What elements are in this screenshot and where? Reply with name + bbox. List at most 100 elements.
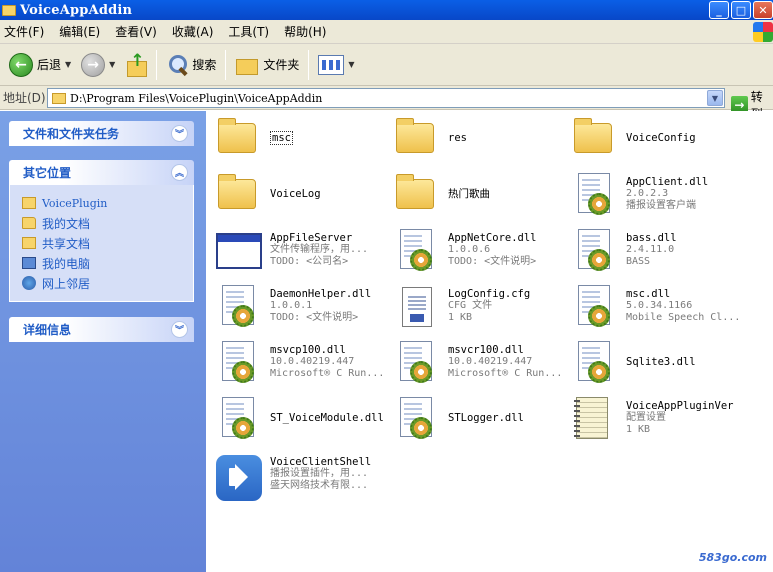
views-dropdown-icon[interactable]: ▼ — [348, 60, 354, 69]
file-name: LogConfig.cfg — [448, 288, 531, 300]
file-item[interactable]: ST_VoiceModule.dll — [212, 393, 390, 443]
expand-chevron-icon[interactable]: ︾ — [171, 321, 188, 338]
file-detail: 1 KB — [448, 312, 473, 323]
place-shared-documents[interactable]: 共享文档 — [22, 233, 193, 253]
file-detail: BASS — [626, 256, 651, 267]
file-detail: 播报设置客户端 — [626, 200, 696, 211]
place-my-computer[interactable]: 我的电脑 — [22, 253, 193, 273]
file-name: AppFileServer — [270, 232, 353, 244]
file-name: Sqlite3.dll — [626, 356, 696, 368]
file-item[interactable]: VoiceAppPluginVer 配置设置 1 KB — [568, 393, 746, 443]
views-button[interactable]: ▼ — [313, 48, 359, 82]
places-panel-header[interactable]: 其它位置 ︽ — [9, 160, 194, 185]
file-item[interactable]: msvcp100.dll 10.0.40219.447 Microsoft® C R… — [212, 337, 390, 387]
minimize-button[interactable]: _ — [709, 1, 729, 19]
details-panel-header[interactable]: 详细信息 ︾ — [9, 317, 194, 342]
window-title: VoiceAppAddin — [20, 2, 133, 18]
my-computer-icon — [22, 257, 36, 269]
file-item[interactable]: AppNetCore.dll 1.0.0.6 TODO: <文件说明> — [390, 225, 568, 275]
file-detail: 播报设置插件，用... — [270, 468, 369, 479]
menu-edit[interactable]: 编辑(E) — [59, 23, 100, 40]
menu-tools[interactable]: 工具(T) — [228, 23, 269, 40]
file-item[interactable]: Sqlite3.dll — [568, 337, 746, 387]
file-name: AppClient.dll — [626, 176, 709, 188]
file-list-view: msc res VoiceConfig VoiceLog 热门歌曲 AppClient.d… — [206, 111, 773, 566]
file-item[interactable]: msvcr100.dll 10.0.40219.447 Microsoft® C R… — [390, 337, 568, 387]
file-detail: Microsoft® C Run... — [448, 368, 563, 379]
forward-dropdown-icon[interactable]: ▼ — [109, 60, 115, 69]
expand-chevron-icon[interactable]: ︾ — [171, 125, 188, 142]
folders-icon — [235, 55, 259, 75]
file-item[interactable]: LogConfig.cfg CFG 文件 1 KB — [390, 281, 568, 331]
file-item[interactable]: VoiceLog — [212, 169, 390, 219]
dll-file-icon — [572, 285, 616, 329]
file-item[interactable]: bass.dll 2.4.11.0 BASS — [568, 225, 746, 275]
back-dropdown-icon[interactable]: ▼ — [65, 60, 71, 69]
file-detail: 1.0.0.1 — [270, 300, 313, 311]
file-detail: 2.4.11.0 — [626, 244, 675, 255]
dll-file-icon — [572, 229, 616, 273]
back-label: 后退 — [37, 58, 62, 72]
menu-favorites[interactable]: 收藏(A) — [172, 23, 214, 40]
file-item[interactable]: VoiceConfig — [568, 113, 746, 163]
file-detail: 10.0.40219.447 — [448, 356, 533, 367]
window-controls: _ □ ✕ — [709, 1, 773, 19]
file-item[interactable]: AppFileServer 文件传输程序，用... TODO: <公司名> — [212, 225, 390, 275]
forward-button[interactable]: → ▼ — [76, 48, 120, 82]
file-item[interactable]: VoiceClientShell 播报设置插件，用... 盛天网络技术有限... — [212, 449, 390, 501]
menu-file[interactable]: 文件(F) — [4, 23, 44, 40]
file-name: STLogger.dll — [448, 412, 524, 424]
file-detail: 10.0.40219.447 — [270, 356, 355, 367]
my-documents-icon — [22, 217, 36, 229]
up-button[interactable] — [120, 48, 152, 82]
file-name: msvcp100.dll — [270, 344, 346, 356]
file-name: res — [448, 132, 467, 144]
address-input[interactable]: D:\Program Files\VoicePlugin\VoiceAppAdd… — [47, 88, 725, 108]
place-label: VoicePlugin — [42, 196, 108, 210]
forward-arrow-icon: → — [81, 52, 106, 77]
folder-icon — [572, 117, 616, 161]
file-item[interactable]: STLogger.dll — [390, 393, 568, 443]
folders-button[interactable]: 文件夹 — [230, 48, 304, 82]
close-button[interactable]: ✕ — [753, 1, 773, 19]
file-name: VoiceLog — [270, 188, 321, 200]
file-item[interactable]: msc.dll 5.0.34.1166 Mobile Speech Cl... — [568, 281, 746, 331]
place-voiceplugin[interactable]: VoicePlugin — [22, 193, 193, 213]
collapse-chevron-icon[interactable]: ︽ — [171, 164, 188, 181]
windows-logo-icon — [753, 22, 773, 42]
toolbar-separator — [225, 49, 227, 80]
application-window-icon — [216, 229, 262, 273]
places-list: VoicePlugin 我的文档 共享文档 我的电脑 网上邻居 — [9, 185, 194, 302]
folder-icon — [22, 237, 36, 249]
file-detail: 盛天网络技术有限... — [270, 480, 369, 491]
file-detail: 1.0.0.6 — [448, 244, 491, 255]
file-item[interactable]: res — [390, 113, 568, 163]
file-name: VoiceAppPluginVer — [626, 400, 734, 412]
back-button[interactable]: ← 后退 ▼ — [4, 48, 76, 82]
file-detail: TODO: <文件说明> — [270, 312, 359, 323]
file-item[interactable]: msc — [212, 113, 390, 163]
task-pane: 文件和文件夹任务 ︾ 其它位置 ︽ VoicePlugin 我的文档 共享文档 — [0, 111, 206, 572]
details-panel: 详细信息 ︾ — [9, 317, 194, 342]
file-item[interactable]: AppClient.dll 2.0.2.3 播报设置客户端 — [568, 169, 746, 219]
file-name: DaemonHelper.dll — [270, 288, 372, 300]
place-label: 共享文档 — [42, 236, 91, 251]
address-dropdown-icon[interactable]: ▼ — [707, 90, 723, 106]
file-name: VoiceClientShell — [270, 456, 372, 468]
file-item[interactable]: DaemonHelper.dll 1.0.0.1 TODO: <文件说明> — [212, 281, 390, 331]
maximize-button[interactable]: □ — [731, 1, 751, 19]
notebook-file-icon — [572, 397, 616, 441]
toolbar: ← 后退 ▼ → ▼ 搜索 文件夹 ▼ — [0, 44, 773, 86]
file-name: 热门歌曲 — [448, 188, 490, 200]
menu-help[interactable]: 帮助(H) — [284, 23, 326, 40]
place-network[interactable]: 网上邻居 — [22, 273, 193, 293]
file-detail: 文件传输程序，用... — [270, 244, 369, 255]
tasks-panel-header[interactable]: 文件和文件夹任务 ︾ — [9, 121, 194, 146]
title-bar: VoiceAppAddin _ □ ✕ — [0, 0, 773, 20]
folder-icon — [216, 173, 260, 217]
place-my-documents[interactable]: 我的文档 — [22, 213, 193, 233]
file-item[interactable]: 热门歌曲 — [390, 169, 568, 219]
file-detail: Mobile Speech Cl... — [626, 312, 741, 323]
search-button[interactable]: 搜索 — [161, 48, 221, 82]
menu-view[interactable]: 查看(V) — [115, 23, 157, 40]
